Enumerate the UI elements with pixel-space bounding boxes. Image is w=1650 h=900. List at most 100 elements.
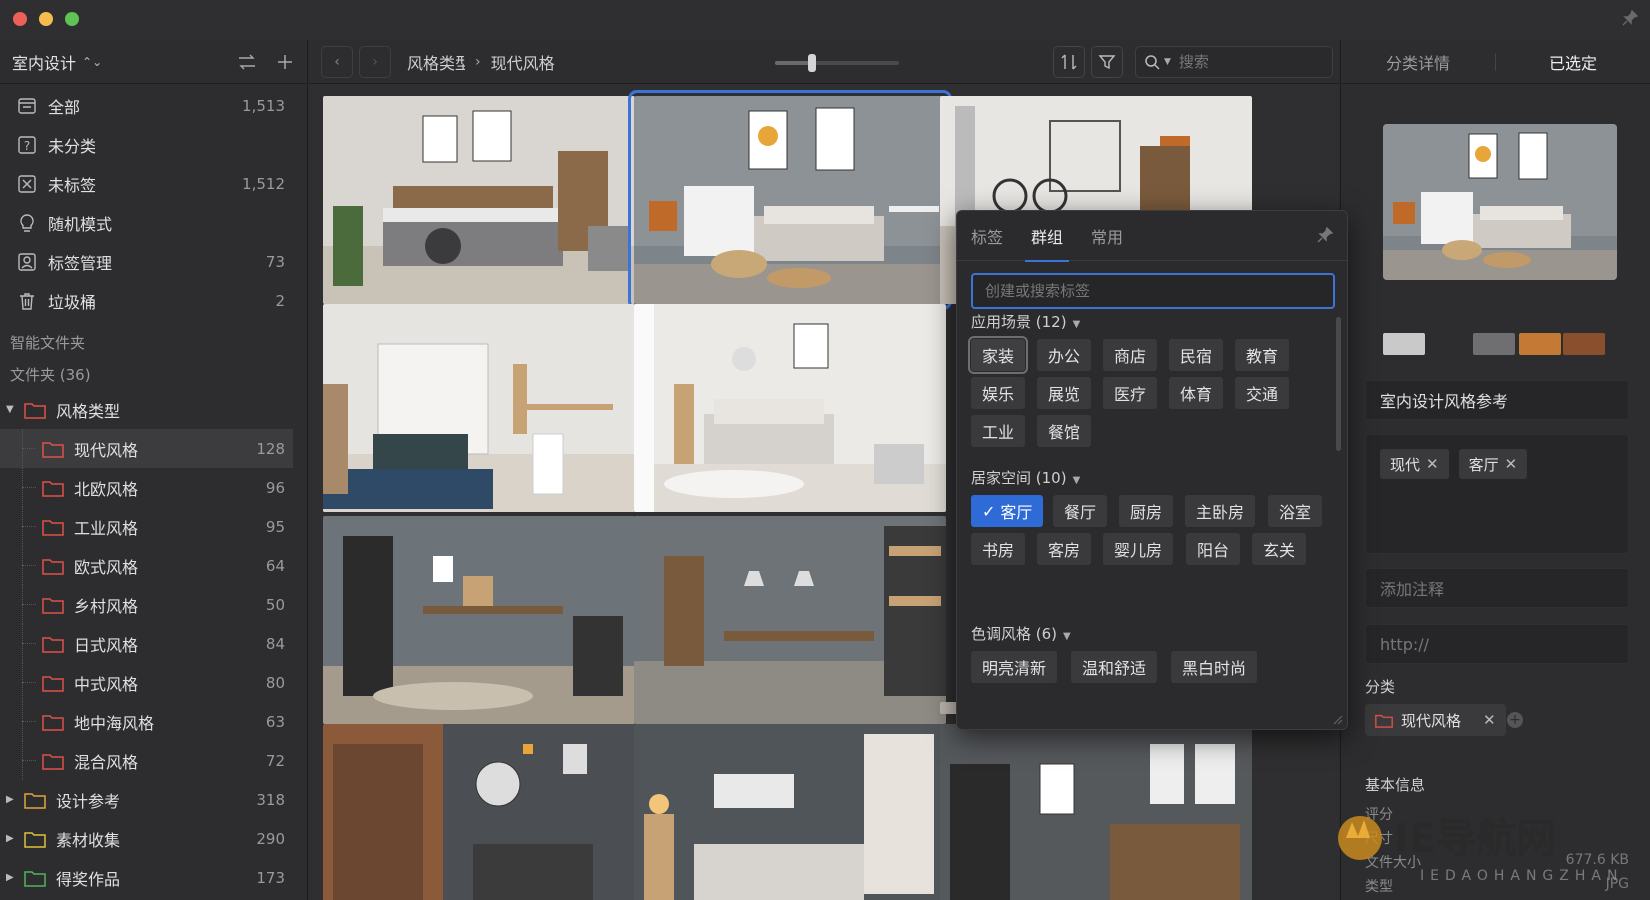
image-thumbnail[interactable]	[323, 516, 635, 724]
tab-groups[interactable]: 群组	[1025, 211, 1070, 262]
color-swatch[interactable]	[1473, 333, 1515, 355]
tag-option[interactable]: 工业	[971, 415, 1026, 447]
chevron-right-icon[interactable]: ▶	[6, 794, 18, 805]
tag-option[interactable]: 餐馆	[1037, 415, 1092, 447]
color-swatch[interactable]	[1425, 333, 1473, 355]
tab-category-details[interactable]: 分类详情	[1341, 50, 1495, 74]
image-thumbnail[interactable]	[940, 724, 1252, 900]
subfolder-item[interactable]: 混合风格 72	[0, 741, 307, 780]
tag-option[interactable]: 民宿	[1169, 339, 1224, 371]
tag-option[interactable]: 浴室	[1268, 495, 1323, 527]
tag-option[interactable]: 客房	[1037, 533, 1092, 565]
tag-option[interactable]: 主卧房	[1185, 495, 1256, 527]
chevron-down-icon[interactable]: ▼	[1164, 57, 1171, 67]
tag-option[interactable]: 婴儿房	[1103, 533, 1174, 565]
nav-item-random[interactable]: 随机模式	[0, 203, 307, 242]
group-header[interactable]: 居家空间 (10) ▼	[971, 467, 1080, 488]
nav-item-trash[interactable]: 垃圾桶 2	[0, 281, 307, 320]
subfolder-item[interactable]: 中式风格 80	[0, 663, 307, 702]
search-input[interactable]	[1178, 53, 1299, 71]
subfolder-item[interactable]: 现代风格 128	[0, 429, 293, 468]
sort-button[interactable]	[1053, 46, 1085, 78]
tag-option[interactable]: 体育	[1169, 377, 1224, 409]
group-header[interactable]: 应用场景 (12) ▼	[971, 311, 1080, 332]
tag-option[interactable]: 阳台	[1186, 533, 1241, 565]
zoom-slider-knob[interactable]	[808, 54, 817, 72]
image-thumbnail[interactable]	[634, 724, 946, 900]
tag-option[interactable]: 黑白时尚	[1171, 651, 1258, 683]
chevron-down-icon[interactable]: ▼	[1073, 319, 1081, 330]
image-thumbnail[interactable]	[634, 516, 946, 724]
subfolder-item[interactable]: 工业风格 95	[0, 507, 307, 546]
tag-option[interactable]: 明亮清新	[971, 651, 1058, 683]
subfolder-item[interactable]: 乡村风格 50	[0, 585, 307, 624]
title-field[interactable]: 室内设计风格参考	[1365, 380, 1629, 420]
tag-option[interactable]: 办公	[1037, 339, 1092, 371]
back-button[interactable]: ‹	[321, 45, 353, 78]
category-folder-chip[interactable]: 现代风格 ✕	[1365, 704, 1506, 736]
group-header[interactable]: 色调风格 (6) ▼	[971, 623, 1071, 644]
add-category-icon[interactable]: +	[1507, 712, 1523, 728]
tag-option[interactable]: 商店	[1103, 339, 1158, 371]
nav-item-tag-management[interactable]: 标签管理 73	[0, 242, 307, 281]
subfolder-item[interactable]: 北欧风格 96	[0, 468, 307, 507]
folder-item[interactable]: ▶ 素材收集 290	[0, 819, 307, 858]
chevron-down-icon[interactable]: ▼	[6, 404, 18, 415]
color-swatch[interactable]	[1563, 333, 1605, 355]
chevron-right-icon[interactable]: ▶	[6, 872, 18, 883]
tag-chip[interactable]: 现代 ✕	[1380, 449, 1449, 479]
zoom-slider[interactable]	[775, 54, 899, 72]
remove-tag-icon[interactable]: ✕	[1505, 455, 1518, 473]
smart-folders-header[interactable]: 智能文件夹	[0, 326, 307, 358]
subfolder-item[interactable]: 日式风格 84	[0, 624, 307, 663]
chevron-right-icon[interactable]: ▶	[6, 833, 18, 844]
nav-item-untagged[interactable]: 未标签 1,512	[0, 164, 307, 203]
image-thumbnail-selected[interactable]	[628, 90, 952, 310]
chevron-down-icon[interactable]: ▼	[1063, 631, 1071, 642]
forward-button[interactable]: ›	[359, 45, 391, 78]
image-preview[interactable]	[1383, 124, 1617, 280]
tag-option[interactable]: 餐厅	[1053, 495, 1108, 527]
tag-option[interactable]: 玄关	[1252, 533, 1307, 565]
nav-item-uncategorized[interactable]: ? 未分类	[0, 125, 307, 164]
popover-scrollbar[interactable]	[1336, 317, 1341, 451]
breadcrumb-current[interactable]: 现代风格	[491, 50, 555, 74]
folder-item[interactable]: ▶ 设计参考 318	[0, 780, 307, 819]
folders-header[interactable]: 文件夹 (36)	[0, 358, 307, 390]
tab-frequent[interactable]: 常用	[1091, 211, 1123, 261]
tab-selected[interactable]: 已选定	[1496, 50, 1650, 74]
tags-field[interactable]: 现代 ✕ 客厅 ✕	[1365, 434, 1629, 554]
resize-handle-icon[interactable]	[1333, 715, 1343, 725]
tag-search-input[interactable]	[971, 273, 1335, 309]
breadcrumb-parent[interactable]: 风格类型	[407, 50, 465, 74]
tag-option[interactable]: 家装	[967, 336, 1029, 374]
pin-icon[interactable]	[1317, 227, 1333, 243]
note-field[interactable]: 添加注释	[1365, 568, 1629, 608]
minimize-window-button[interactable]	[39, 12, 53, 26]
folder-item[interactable]: ▶ 得奖作品 173	[0, 858, 307, 897]
color-swatch[interactable]	[1383, 333, 1425, 355]
tag-option[interactable]: 医疗	[1103, 377, 1158, 409]
tag-option[interactable]: 交通	[1235, 377, 1290, 409]
tag-option[interactable]: 厨房	[1119, 495, 1174, 527]
remove-tag-icon[interactable]: ✕	[1426, 455, 1439, 473]
filter-button[interactable]	[1091, 46, 1123, 78]
image-thumbnail[interactable]	[323, 96, 635, 304]
maximize-window-button[interactable]	[65, 12, 79, 26]
tag-option[interactable]: 书房	[971, 533, 1026, 565]
color-swatch[interactable]	[1519, 333, 1561, 355]
subfolder-item[interactable]: 欧式风格 64	[0, 546, 307, 585]
tag-option[interactable]: ✓ 客厅	[971, 495, 1044, 527]
tag-option[interactable]: 教育	[1235, 339, 1290, 371]
folder-style-types[interactable]: ▼ 风格类型	[0, 390, 307, 429]
tag-option[interactable]: 展览	[1037, 377, 1092, 409]
pin-icon[interactable]	[1622, 10, 1638, 26]
nav-item-all[interactable]: 全部 1,513	[0, 86, 307, 125]
tab-tags[interactable]: 标签	[971, 211, 1003, 261]
library-switcher[interactable]: 室内设计	[12, 50, 76, 74]
add-icon[interactable]	[275, 52, 295, 72]
chevron-down-icon[interactable]: ▼	[1073, 475, 1081, 486]
image-thumbnail[interactable]	[634, 304, 946, 512]
tag-chip[interactable]: 客厅 ✕	[1458, 449, 1528, 479]
tag-option[interactable]: 娱乐	[971, 377, 1026, 409]
